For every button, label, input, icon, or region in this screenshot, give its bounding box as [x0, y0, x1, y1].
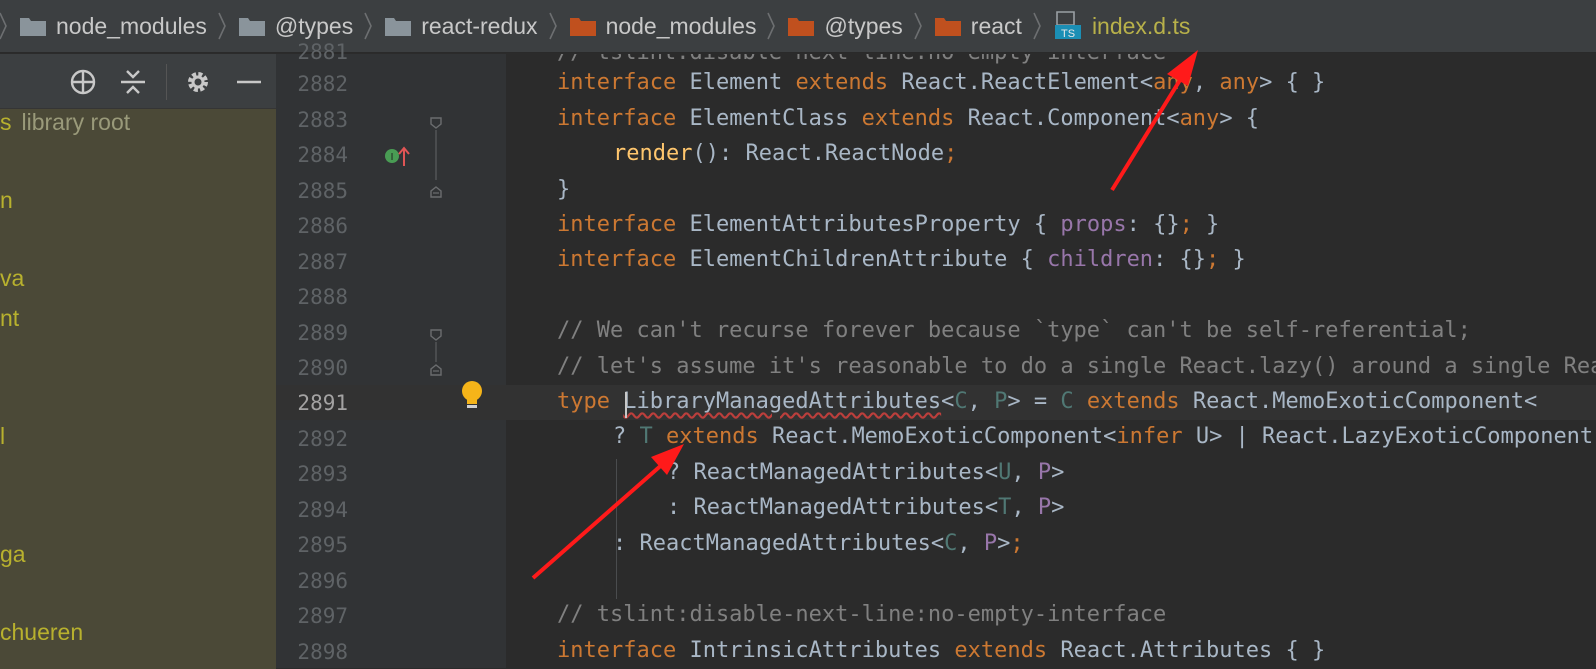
svg-text:I: I	[391, 152, 394, 163]
tree-item[interactable]: n	[0, 187, 13, 214]
code-line-2897: // tslint:disable-next-line:no-empty-int…	[557, 602, 1167, 627]
breadcrumb: node_modules @types react-redux node_mod…	[0, 0, 1596, 53]
code-line-2883: interface ElementClass extends React.Com…	[557, 106, 1260, 131]
line-number: 2887	[297, 250, 348, 274]
svg-text:TS: TS	[1061, 28, 1075, 40]
editor-gutter: 2881 2882 2883 2884 2885 2886 2887 2888 …	[276, 40, 506, 668]
tree-item-label: n	[0, 187, 13, 213]
tree-item-label: l	[0, 423, 6, 449]
tree-item[interactable]: nt	[0, 305, 19, 332]
code-line-2889: // We can't recurse forever because `typ…	[557, 318, 1471, 343]
implements-icon[interactable]: I	[384, 144, 410, 168]
line-number: 2888	[297, 285, 348, 309]
folder-icon	[788, 16, 815, 36]
line-number: 2884	[297, 143, 348, 167]
line-number: 2885	[297, 179, 348, 203]
breadcrumb-item-react[interactable]: react	[934, 0, 1026, 52]
folder-icon	[385, 16, 412, 36]
breadcrumb-item-types-2[interactable]: @types	[788, 0, 906, 52]
tree-item-label: s	[0, 109, 12, 135]
line-number: 2892	[297, 427, 348, 451]
tree-item-label: chueren	[0, 619, 84, 645]
code-line-2884: render(): React.ReactNode;	[613, 141, 958, 166]
breadcrumb-item-react-redux[interactable]: react-redux	[385, 0, 541, 52]
breadcrumb-item-node-modules[interactable]: node_modules	[20, 0, 211, 52]
line-number: 2882	[297, 72, 348, 96]
line-number: 2896	[297, 569, 348, 593]
chevron-right-icon	[363, 11, 373, 41]
line-number-current: 2891	[297, 391, 348, 415]
chevron-right-icon	[548, 11, 558, 41]
fold-guide	[435, 342, 437, 362]
tree-item-label: va	[0, 265, 25, 291]
line-number: 2898	[297, 640, 348, 664]
tree-item[interactable]: ga	[0, 541, 26, 568]
code-line-2893: ? ReactManagedAttributes<U, P>	[667, 460, 1065, 485]
tree-item-label: nt	[0, 305, 20, 331]
tree-item[interactable]: s library root	[0, 109, 130, 136]
breadcrumb-file-label: index.d.ts	[1091, 12, 1191, 39]
tree-item[interactable]: chueren	[0, 619, 83, 646]
minimize-icon[interactable]	[234, 67, 264, 97]
tree-item-hint: library root	[21, 109, 131, 135]
code-line-2881: // tslint:disable-next-line:no-empty-int…	[557, 54, 1166, 65]
chevron-right-icon	[1032, 11, 1042, 41]
project-panel: s library root n va nt l ga chueren	[0, 54, 276, 669]
code-line-2890: // let's assume it's reasonable to do a …	[557, 354, 1596, 379]
project-tree: s library root n va nt l ga chueren	[0, 108, 276, 669]
code-line-2885: }	[557, 177, 571, 202]
chevron-right-icon	[217, 11, 227, 41]
folder-icon	[20, 16, 46, 36]
code-editor[interactable]: // tslint:disable-next-line:no-empty-int…	[506, 54, 1596, 668]
breadcrumb-label: @types	[274, 12, 354, 39]
folder-icon	[238, 16, 265, 36]
line-number: 2895	[297, 533, 348, 557]
fold-marker-icon[interactable]	[430, 116, 442, 129]
code-line-2891: type LibraryManagedAttributes<C, P> = C …	[557, 389, 1538, 414]
tree-item-label: ga	[0, 541, 26, 567]
line-number: 2886	[297, 214, 348, 238]
chevron-right-icon	[0, 11, 8, 41]
code-line-2882: interface Element extends React.ReactEle…	[557, 70, 1326, 95]
line-number: 2894	[297, 498, 348, 522]
code-line-2894: : ReactManagedAttributes<T, P>	[667, 495, 1065, 520]
breadcrumb-label: node_modules	[605, 12, 757, 39]
text-caret	[625, 392, 627, 418]
code-line-2886: interface ElementAttributesProperty { pr…	[557, 212, 1220, 237]
line-number: 2883	[297, 108, 348, 132]
typescript-file-icon: TS	[1054, 11, 1084, 41]
code-line-2895: : ReactManagedAttributes<C, P>;	[613, 531, 1024, 556]
project-toolbar	[0, 54, 276, 108]
indent-guide	[616, 459, 617, 599]
breadcrumb-item-node-modules-2[interactable]: node_modules	[569, 0, 761, 52]
folder-icon	[934, 16, 961, 36]
breadcrumb-label: @types	[824, 12, 903, 39]
code-line-2898: interface IntrinsicAttributes extends Re…	[557, 638, 1326, 663]
collapse-icon[interactable]	[118, 67, 148, 97]
fold-marker-icon[interactable]	[430, 328, 442, 341]
chevron-right-icon	[913, 11, 923, 41]
code-line-2892: ? T extends React.MemoExoticComponent<in…	[613, 424, 1594, 449]
fold-marker-icon[interactable]	[430, 185, 442, 198]
fold-marker-icon[interactable]	[430, 363, 442, 376]
chevron-right-icon	[766, 11, 776, 41]
tree-item[interactable]: va	[0, 265, 24, 292]
tree-item[interactable]: l	[0, 423, 5, 450]
line-number: 2890	[297, 356, 348, 380]
breadcrumb-label: react-redux	[421, 12, 538, 39]
fold-guide	[435, 130, 437, 180]
folder-icon	[569, 16, 596, 36]
code-line-2887: interface ElementChildrenAttribute { chi…	[557, 247, 1246, 272]
lightbulb-icon[interactable]	[460, 380, 484, 412]
breadcrumb-label: react	[970, 12, 1022, 39]
target-icon[interactable]	[68, 67, 98, 97]
line-number: 2889	[297, 321, 348, 345]
line-number: 2897	[297, 604, 348, 628]
line-number: 2893	[297, 462, 348, 486]
line-number: 2881	[297, 40, 348, 64]
toolbar-divider	[166, 64, 167, 100]
gear-icon[interactable]	[183, 67, 213, 97]
breadcrumb-label: node_modules	[56, 12, 207, 39]
breadcrumb-item-file[interactable]: TS index.d.ts	[1054, 0, 1194, 52]
